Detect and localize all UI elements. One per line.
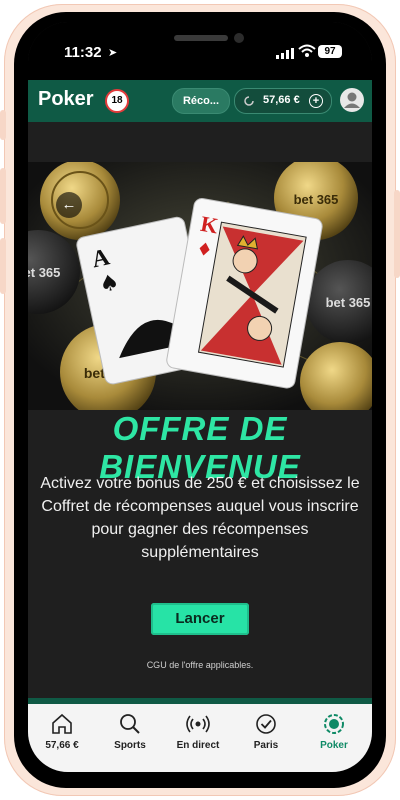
deposit-plus-icon[interactable]: + [309, 94, 323, 108]
offer-description: Activez votre bonus de 250 € et choisiss… [40, 475, 360, 561]
wifi-icon [298, 44, 316, 57]
recommend-button[interactable]: Réco... [172, 88, 230, 114]
battery-icon: 97 [318, 45, 342, 58]
power-button [394, 190, 400, 278]
nav-label-sports: Sports [114, 740, 146, 751]
chip-brand-text: bet 365 [326, 295, 371, 310]
refresh-icon[interactable] [243, 95, 255, 107]
volume-up-button [0, 168, 6, 224]
chip-brand-text: bet 365 [28, 265, 60, 280]
volume-down-button [0, 238, 6, 294]
nav-item-live[interactable]: En direct [164, 712, 232, 751]
app-header: Poker 18 Réco... 57,66 € + [28, 80, 372, 122]
home-icon [52, 713, 72, 734]
offer-terms-link[interactable]: CGU de l'offre applicables. [28, 660, 372, 670]
status-time: 11:32 [64, 44, 102, 61]
speaker-grille [174, 35, 228, 41]
user-account-icon[interactable] [340, 88, 364, 112]
status-bar: 11:32 ➤ 97 [28, 22, 372, 80]
back-arrow-button[interactable]: ← [56, 192, 82, 218]
mute-switch [0, 110, 6, 140]
check-icon [256, 714, 276, 734]
brand-title: Poker [38, 88, 94, 110]
notch [136, 22, 264, 54]
chip-brand-text: bet 365 [294, 192, 339, 207]
launch-button[interactable]: Lancer [151, 603, 249, 635]
nav-label-poker: Poker [320, 740, 348, 751]
nav-item-bets[interactable]: Paris [232, 712, 300, 751]
location-arrow-icon: ➤ [108, 47, 118, 59]
age-restriction-badge: 18 [105, 89, 129, 113]
screen: 11:32 ➤ 97 Poker 18 Réco... 57,66 € + be… [28, 22, 372, 772]
bottom-navigation: 57,66 € Sports En direct Paris Poker [28, 704, 372, 772]
signal-icon [276, 48, 294, 59]
live-icon [186, 715, 210, 733]
nav-item-sports[interactable]: Sports [96, 712, 164, 751]
poker-icon [324, 714, 344, 734]
nav-item-poker[interactable]: Poker [300, 712, 368, 751]
nav-label-home: 57,66 € [45, 740, 79, 751]
search-icon [120, 714, 140, 734]
balance-pill[interactable]: 57,66 € + [234, 88, 332, 114]
balance-amount: 57,66 € [263, 94, 300, 106]
nav-item-home[interactable]: 57,66 € [28, 712, 96, 751]
camera-dot [234, 33, 244, 43]
nav-label-live: En direct [176, 740, 220, 751]
nav-label-bets: Paris [253, 740, 279, 751]
